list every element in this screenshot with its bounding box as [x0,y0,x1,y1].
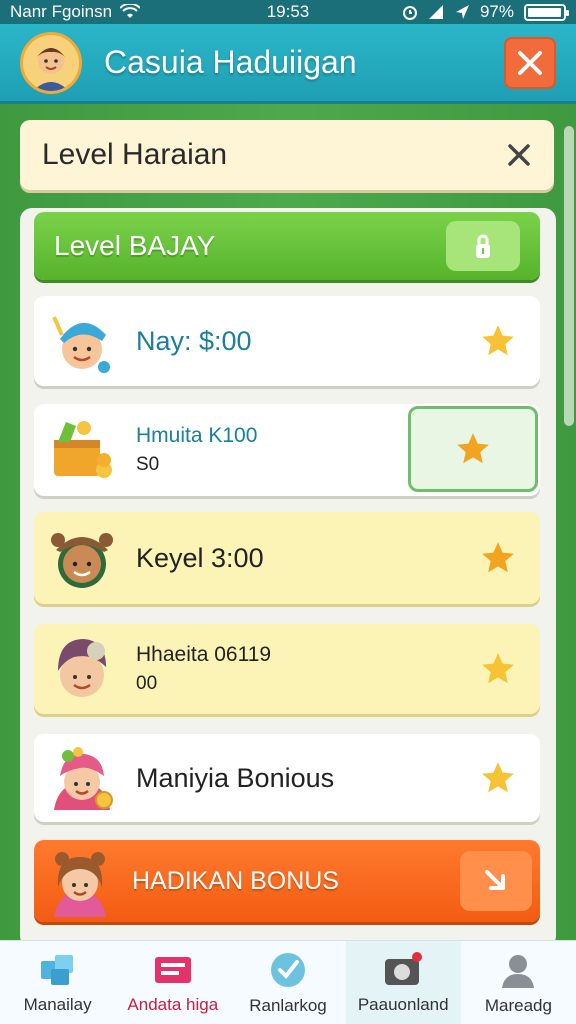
lock-button[interactable] [446,221,520,271]
reward-card-1[interactable]: Nay: $:00 [34,296,540,386]
star-icon[interactable] [478,321,518,361]
battery-icon [524,3,569,21]
reward-card-4[interactable]: Hhaeita 06119 00 [34,624,540,714]
wifi-icon [120,4,141,18]
nav-item-manailay[interactable]: Manailay [0,941,115,1024]
nav-item-ranlarkog[interactable]: Ranlarkog [230,941,345,1024]
reward-title: Keyel 3:00 [136,542,264,573]
alarm-icon [402,6,417,20]
star-icon [457,433,489,464]
reward-card-5[interactable]: Maniyia Bonious [34,734,540,822]
nav-label: Paauonland [357,994,449,1014]
reward-card-3[interactable]: Keyel 3:00 [34,512,540,604]
signal-icon [428,5,443,19]
nav-item-andata-higa[interactable]: Andata higa [115,941,230,1024]
nav-item-mareadg[interactable]: Mareadg [461,941,576,1024]
kid-with-hat-icon [42,518,122,598]
battery-fill [528,7,561,17]
nav-label: Andata higa [127,994,219,1014]
star-icon[interactable] [478,758,518,798]
header-close-button[interactable] [504,36,556,89]
reward-title: Hhaeita 06119 [136,643,272,666]
girl-with-coin-icon [42,738,122,818]
bonus-banner[interactable]: HADIKAN BONUS [34,840,540,922]
nav-item-paauonland[interactable]: Paauonland [345,941,461,1024]
ticket-icon [154,956,191,983]
star-icon[interactable] [478,649,518,689]
lock-icon [476,234,490,258]
nav-label: Manailay [23,994,92,1014]
camera-icon [385,951,423,985]
cubes-icon [40,954,73,985]
kid-with-cap-icon [42,301,122,381]
level-header: Level Haraian [20,120,554,190]
girl-avatar-icon [40,841,120,921]
profile-icon [502,954,535,988]
battery-percent: 97% [479,2,514,21]
reward-title: Maniyia Bonious [136,762,335,793]
nav-label: Ranlarkog [249,995,327,1015]
bonus-label: HADIKAN BONUS [132,866,339,895]
close-icon[interactable] [506,142,532,168]
girl-with-beanie-icon [42,629,122,709]
bottom-nav: Manailay Andata higa Ranlarkog Paauonlan… [0,940,576,1024]
location-icon [455,5,469,19]
close-icon [518,50,542,75]
claim-slot[interactable] [408,406,538,492]
star-icon[interactable] [478,538,518,578]
status-bar: Nanr Fgoinsn 19:53 97% [0,0,576,24]
level-banner: Level BAJAY [34,212,540,280]
reward-value: 00 [136,673,158,694]
app-header: Casuia Haduiigan [0,24,576,104]
level-banner-title: Level BAJAY [54,230,216,261]
level-header-title: Level Haraian [42,138,228,171]
check-badge-icon [271,952,305,987]
arrow-icon [485,870,505,890]
carrier-name: Nanr Fgoinsn [10,2,113,21]
game-title: Casuia Haduiigan [104,44,357,80]
nav-label: Mareadg [484,995,552,1015]
reward-title: Nay: $:00 [136,325,252,356]
bonus-go-button[interactable] [460,851,532,911]
boy-avatar-icon[interactable] [20,31,82,94]
scrollbar[interactable] [564,126,574,426]
treasure-chest-icon [42,410,122,490]
